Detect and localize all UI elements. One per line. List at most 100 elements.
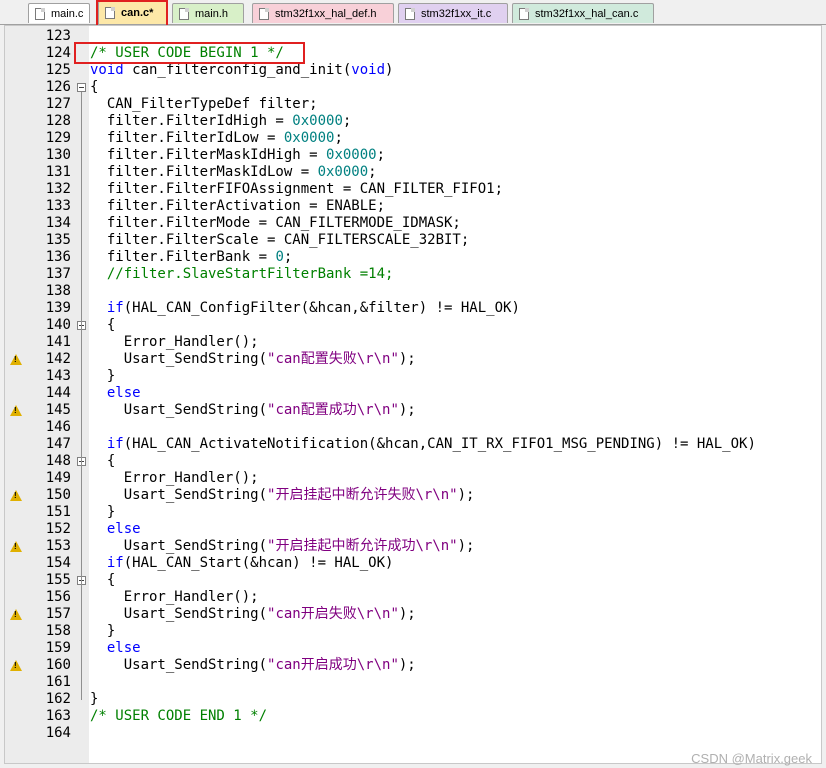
line-number: 146 [45,419,71,435]
line-number: 150 [45,487,71,503]
tab-label: stm32f1xx_hal_can.c [535,7,639,20]
code-line[interactable]: 163 /* USER CODE END 1 */ [5,708,821,725]
code-line[interactable]: 156 Error_Handler(); [5,589,821,606]
line-number: 133 [45,198,71,214]
code-text: filter.FilterIdLow = 0x0000; [90,130,343,146]
code-line[interactable]: 154 if(HAL_CAN_Start(&hcan) != HAL_OK) [5,555,821,572]
file-icon [405,7,415,20]
line-number: 162 [45,691,71,707]
code-line[interactable]: 151 } [5,504,821,521]
file-icon [259,7,269,20]
code-line[interactable]: 134 filter.FilterMode = CAN_FILTERMODE_I… [5,215,821,232]
code-line[interactable]: 139 if(HAL_CAN_ConfigFilter(&hcan,&filte… [5,300,821,317]
code-line[interactable]: 142 Usart_SendString("can配置失败\r\n"); [5,351,821,368]
tab-main-c[interactable]: main.c [28,3,90,23]
line-number: 148 [45,453,71,469]
warning-icon[interactable] [10,490,22,501]
code-text: Usart_SendString("开启挂起中断允许失败\r\n"); [90,487,475,503]
warning-icon[interactable] [10,660,22,671]
tab-main-h[interactable]: main.h [172,3,244,23]
tab-label: main.c [51,7,84,20]
code-text: } [90,368,116,384]
line-number: 140 [45,317,71,333]
code-text: } [90,623,116,639]
code-line[interactable]: 146 [5,419,821,436]
code-line[interactable]: 129 filter.FilterIdLow = 0x0000; [5,130,821,147]
code-line[interactable]: 159 else [5,640,821,657]
code-text: /* USER CODE END 1 */ [90,708,268,724]
code-line[interactable]: 147 if(HAL_CAN_ActivateNotification(&hca… [5,436,821,453]
code-text: if(HAL_CAN_ConfigFilter(&hcan,&filter) !… [106,300,520,316]
code-line[interactable]: 125 void can_filterconfig_and_init(void) [5,62,821,79]
code-line[interactable]: 153 Usart_SendString("开启挂起中断允许成功\r\n"); [5,538,821,555]
code-line[interactable]: 150 Usart_SendString("开启挂起中断允许失败\r\n"); [5,487,821,504]
code-line[interactable]: 138 [5,283,821,300]
warning-icon[interactable] [10,405,22,416]
code-line[interactable]: 144 else [5,385,821,402]
code-line[interactable]: 135 filter.FilterScale = CAN_FILTERSCALE… [5,232,821,249]
tab-stm32f1xx-hal-can-c[interactable]: stm32f1xx_hal_can.c [512,3,654,23]
line-number: 145 [45,402,71,418]
code-text: filter.FilterActivation = ENABLE; [90,198,386,214]
line-number: 143 [45,368,71,384]
code-line[interactable]: 149 Error_Handler(); [5,470,821,487]
code-line[interactable]: 126 { [5,79,821,96]
code-line[interactable]: 162} [5,691,821,708]
code-line[interactable]: 158 } [5,623,821,640]
warning-icon[interactable] [10,541,22,552]
tab-stm32f1xx-it-c[interactable]: stm32f1xx_it.c [398,3,508,23]
code-text: } [90,691,99,707]
line-number: 124 [45,45,71,61]
code-text: CAN_FilterTypeDef filter; [90,96,318,112]
code-line[interactable]: 131 filter.FilterMaskIdLow = 0x0000; [5,164,821,181]
line-number: 132 [45,181,71,197]
code-line[interactable]: 137 //filter.SlaveStartFilterBank =14; [5,266,821,283]
line-number: 157 [45,606,71,622]
code-text: if(HAL_CAN_ActivateNotification(&hcan,CA… [106,436,756,452]
code-text: } [90,504,116,520]
code-line[interactable]: 145 Usart_SendString("can配置成功\r\n"); [5,402,821,419]
line-number: 163 [45,708,71,724]
code-text: { [90,317,116,333]
line-number: 123 [45,28,71,44]
code-line[interactable]: 143 } [5,368,821,385]
code-text: Usart_SendString("can配置成功\r\n"); [90,402,416,418]
code-editor[interactable]: 123 124/* USER CODE BEGIN 1 */125 void can… [4,25,822,764]
code-line[interactable]: 164 [5,725,821,742]
line-number: 138 [45,283,71,299]
code-line[interactable]: 132 filter.FilterFIFOAssignment = CAN_FI… [5,181,821,198]
code-line[interactable]: 161 [5,674,821,691]
code-text: Usart_SendString("开启挂起中断允许成功\r\n"); [90,538,475,554]
warning-icon[interactable] [10,609,22,620]
code-line[interactable]: 127 CAN_FilterTypeDef filter; [5,96,821,113]
code-line[interactable]: 157 Usart_SendString("can开启失败\r\n"); [5,606,821,623]
watermark: CSDN @Matrix.geek [691,751,812,766]
line-number: 156 [45,589,71,605]
code-line[interactable]: 155 { [5,572,821,589]
code-line[interactable]: 141 Error_Handler(); [5,334,821,351]
code-text: else [106,385,141,401]
tab-stm32f1xx-hal-def-h[interactable]: stm32f1xx_hal_def.h [252,3,394,23]
code-line[interactable]: 152 else [5,521,821,538]
code-line[interactable]: 136 filter.FilterBank = 0; [5,249,821,266]
fold-guide-line [81,330,82,377]
line-number: 141 [45,334,71,350]
code-text: Usart_SendString("can开启成功\r\n"); [90,657,416,673]
code-text: { [90,572,116,588]
code-line[interactable]: 133 filter.FilterActivation = ENABLE; [5,198,821,215]
code-line[interactable]: 160 Usart_SendString("can开启成功\r\n"); [5,657,821,674]
line-number: 153 [45,538,71,554]
line-number: 158 [45,623,71,639]
code-text: filter.FilterScale = CAN_FILTERSCALE_32B… [90,232,470,248]
fold-toggle-icon[interactable] [77,83,86,92]
code-text: filter.FilterBank = 0; [90,249,293,265]
line-number: 149 [45,470,71,486]
code-text: Error_Handler(); [90,334,259,350]
code-line[interactable]: 148 { [5,453,821,470]
code-text: void can_filterconfig_and_init(void) [90,62,394,78]
code-line[interactable]: 130 filter.FilterMaskIdHigh = 0x0000; [5,147,821,164]
code-line[interactable]: 128 filter.FilterIdHigh = 0x0000; [5,113,821,130]
warning-icon[interactable] [10,354,22,365]
code-line[interactable]: 140 { [5,317,821,334]
code-text: filter.FilterFIFOAssignment = CAN_FILTER… [90,181,504,197]
